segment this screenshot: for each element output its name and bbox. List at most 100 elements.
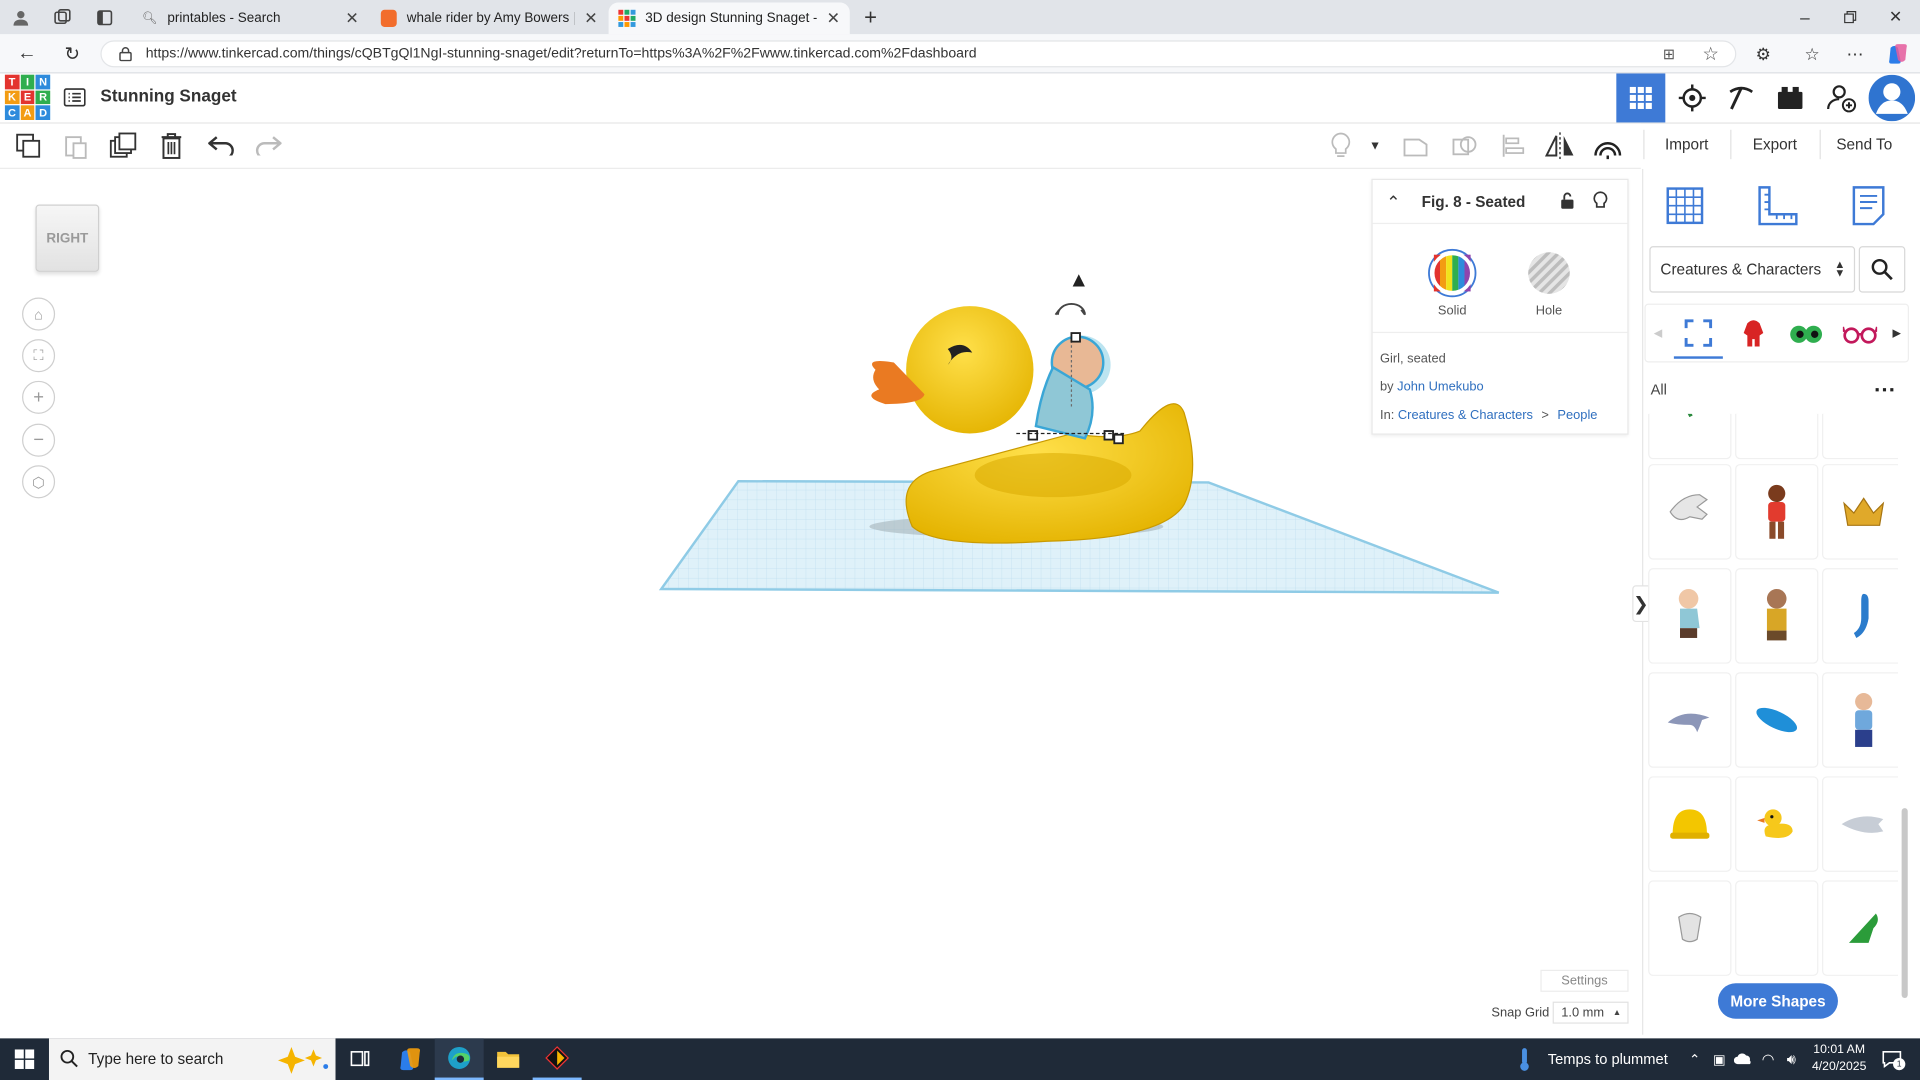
- shape-tile[interactable]: [1736, 881, 1818, 975]
- rotate-handle-icon[interactable]: [1056, 302, 1086, 315]
- shape-tile[interactable]: [1823, 673, 1898, 767]
- copilot-icon[interactable]: [1886, 42, 1910, 66]
- taskbar-search-box[interactable]: Type here to search: [48, 1038, 336, 1080]
- site-info-icon[interactable]: [115, 44, 135, 64]
- volume-icon[interactable]: 🔊︎: [1780, 1048, 1802, 1070]
- bricks-button[interactable]: [1766, 73, 1815, 122]
- more-options-icon[interactable]: ⋯: [1844, 43, 1866, 65]
- cruise-button[interactable]: [1589, 127, 1626, 164]
- group-button[interactable]: [1397, 127, 1434, 164]
- panel-scrollbar[interactable]: [1901, 808, 1908, 998]
- zoom-out-button[interactable]: −: [22, 423, 56, 457]
- shape-tile[interactable]: [1736, 465, 1818, 559]
- shape-search-button[interactable]: [1858, 246, 1906, 293]
- snap-grid-select[interactable]: 1.0 mm ▲: [1552, 1001, 1629, 1024]
- collapse-chevron-icon[interactable]: ⌃: [1382, 191, 1404, 213]
- workplane-tool-button[interactable]: [1662, 182, 1709, 229]
- girl-seated-figure[interactable]: [1016, 332, 1127, 445]
- tab-printables-search[interactable]: 🔍︎ printables - Search ✕: [132, 2, 368, 34]
- start-button[interactable]: [0, 1038, 49, 1080]
- close-window-icon[interactable]: ✕: [1883, 5, 1907, 29]
- visibility-bulb-icon[interactable]: [1591, 190, 1611, 212]
- ortho-view-button[interactable]: ⬡: [22, 465, 56, 499]
- url-field[interactable]: https://www.tinkercad.com/things/cQBTgQl…: [100, 40, 1737, 68]
- invite-button[interactable]: [1817, 73, 1866, 122]
- shape-tile[interactable]: [1823, 569, 1898, 663]
- tab-actions-icon[interactable]: [93, 6, 115, 28]
- wifi-icon[interactable]: ◠: [1757, 1048, 1779, 1070]
- shape-tile[interactable]: [1736, 413, 1818, 458]
- filter-eyes-button[interactable]: [1782, 310, 1831, 359]
- close-icon[interactable]: ✕: [584, 9, 597, 29]
- undo-button[interactable]: [203, 127, 240, 164]
- shape-tile[interactable]: [1823, 413, 1898, 458]
- file-explorer-button[interactable]: [484, 1038, 533, 1080]
- close-icon[interactable]: ✕: [827, 9, 840, 29]
- sim-lab-button[interactable]: [1668, 73, 1717, 122]
- back-icon[interactable]: ←: [15, 42, 39, 66]
- subcategory-link[interactable]: People: [1557, 408, 1597, 423]
- copy-button[interactable]: [10, 127, 47, 164]
- notes-tool-button[interactable]: [1845, 182, 1892, 229]
- taskbar-clock[interactable]: 10:01 AM 4/20/2025: [1807, 1042, 1871, 1076]
- onedrive-cloud-icon[interactable]: [1733, 1048, 1755, 1070]
- lock-icon[interactable]: [1558, 190, 1578, 212]
- ungroup-button[interactable]: [1446, 127, 1483, 164]
- fit-view-button[interactable]: ⛶: [22, 339, 56, 373]
- carousel-prev-icon[interactable]: ◀: [1651, 323, 1666, 343]
- design-list-icon[interactable]: [61, 84, 88, 108]
- meet-now-icon[interactable]: ▣: [1709, 1048, 1729, 1070]
- filter-accessories-button[interactable]: [1836, 310, 1885, 359]
- solid-color-swatch[interactable]: [1428, 248, 1477, 298]
- category-select[interactable]: Creatures & Characters ▲ ▼: [1649, 246, 1856, 293]
- shape-tile[interactable]: [1649, 881, 1731, 975]
- user-avatar[interactable]: [1867, 73, 1916, 122]
- task-view-button[interactable]: [336, 1038, 385, 1080]
- shape-tile[interactable]: [1736, 673, 1818, 767]
- mirror-button[interactable]: [1542, 127, 1579, 164]
- shape-tile[interactable]: [1823, 465, 1898, 559]
- settings-button[interactable]: Settings: [1540, 969, 1629, 992]
- tinkercad-logo[interactable]: T I N K E R C A D: [4, 74, 51, 121]
- ruler-tool-button[interactable]: [1753, 182, 1800, 229]
- shape-tile[interactable]: [1649, 413, 1731, 458]
- category-link[interactable]: Creatures & Characters: [1398, 408, 1533, 423]
- author-link[interactable]: John Umekubo: [1397, 380, 1483, 395]
- tab-tinkercad[interactable]: 3D design Stunning Snaget - Tink ✕: [608, 2, 850, 35]
- design-title[interactable]: Stunning Snaget: [100, 86, 236, 106]
- app-taskbar-button[interactable]: [532, 1038, 582, 1080]
- align-button[interactable]: [1495, 127, 1532, 164]
- shape-tile[interactable]: [1736, 569, 1818, 663]
- tools-button[interactable]: [1717, 73, 1766, 122]
- profile-icon[interactable]: [10, 6, 32, 28]
- hole-swatch[interactable]: [1524, 249, 1573, 298]
- send-to-button[interactable]: Send To: [1819, 129, 1908, 160]
- import-button[interactable]: Import: [1643, 129, 1729, 160]
- new-tab-icon[interactable]: +: [858, 4, 882, 29]
- restore-icon[interactable]: [1838, 5, 1862, 29]
- favorite-star-icon[interactable]: ☆: [1700, 43, 1722, 65]
- paste-button[interactable]: [58, 127, 95, 164]
- bulb-dropdown-icon[interactable]: ▼: [1359, 127, 1391, 164]
- favorites-icon[interactable]: ☆: [1801, 43, 1823, 65]
- duplicate-button[interactable]: [105, 127, 142, 164]
- tab-whale-rider[interactable]: whale rider by Amy Bowers | Dow ✕: [371, 2, 607, 34]
- shape-tile[interactable]: [1649, 673, 1731, 767]
- extensions-icon[interactable]: ⚙: [1752, 43, 1774, 65]
- light-bulb-button[interactable]: [1322, 127, 1359, 164]
- edge-taskbar-button[interactable]: [434, 1038, 484, 1080]
- shape-tile[interactable]: [1649, 465, 1731, 559]
- zoom-in-button[interactable]: +: [22, 380, 56, 414]
- redo-button[interactable]: [250, 127, 287, 164]
- shape-tile[interactable]: [1736, 777, 1818, 871]
- refresh-icon[interactable]: ↻: [60, 42, 84, 66]
- more-shapes-button[interactable]: More Shapes: [1717, 983, 1838, 1019]
- shape-tile[interactable]: [1649, 569, 1731, 663]
- filter-creatures-button[interactable]: [1729, 310, 1778, 359]
- height-arrow-icon[interactable]: [1072, 274, 1085, 287]
- notifications-button[interactable]: 1: [1878, 1047, 1906, 1071]
- delete-button[interactable]: [153, 127, 190, 164]
- shape-tile[interactable]: [1823, 881, 1898, 975]
- app-available-icon[interactable]: ⊞: [1659, 44, 1679, 64]
- more-options-icon[interactable]: ⋯: [1866, 377, 1903, 401]
